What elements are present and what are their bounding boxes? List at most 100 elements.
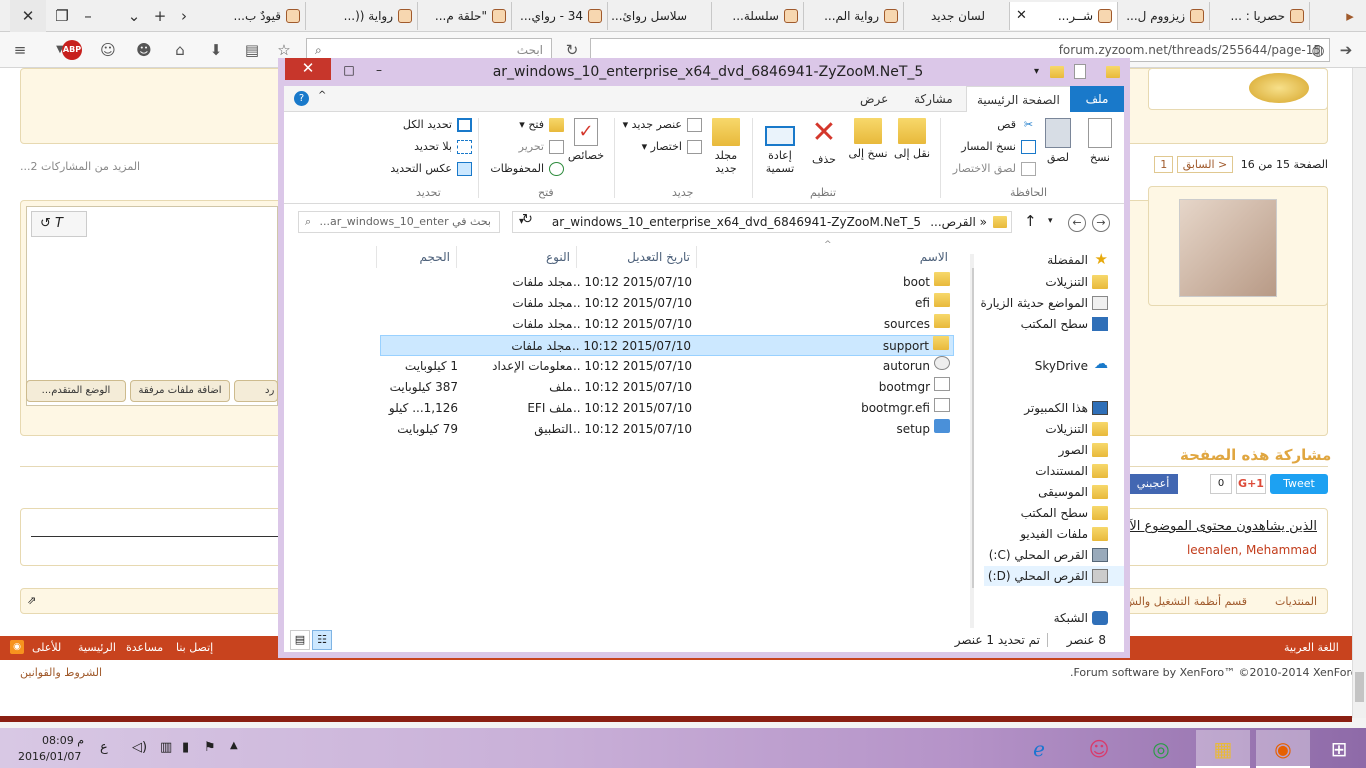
file-row[interactable]: autorun 2015/07/10 10:12 ... معلومات الإ… [380, 356, 954, 377]
refresh-icon[interactable]: ↻ [522, 212, 533, 227]
nav-item-skydrive[interactable]: SkyDrive [1035, 356, 1088, 376]
bookmark-star-icon[interactable]: ☆ [274, 40, 294, 60]
move-to-button[interactable]: نقل إلى [890, 118, 934, 160]
up-icon[interactable]: ↑ [1024, 212, 1037, 230]
clock-date[interactable]: 2016/01/07 [18, 750, 81, 763]
browser-minimize-icon[interactable]: – [76, 0, 100, 32]
tab-view[interactable]: عرض [850, 86, 898, 112]
address-prefix[interactable]: « القرص... [930, 212, 987, 232]
back-arrow-icon[interactable]: ➔ [1336, 40, 1356, 60]
nav-item-downloads[interactable]: التنزيلات [1045, 272, 1088, 292]
volume-icon[interactable]: ◁) [132, 740, 147, 755]
properties-button[interactable]: ✓ خصائص [564, 118, 608, 162]
advanced-mode-button[interactable]: الوضع المتقدم... [26, 380, 126, 402]
tab-list-icon[interactable]: ⌄ [122, 0, 146, 32]
browser-tab[interactable]: حصريا : ... [1210, 2, 1310, 30]
file-row[interactable]: bootmgr 2015/07/10 10:12 ... ملف 387 كيل… [380, 377, 954, 398]
browser-tab[interactable]: رواية الم... [804, 2, 904, 30]
nav-item-pictures[interactable]: الصور [1059, 440, 1088, 460]
chrome-taskbar-icon[interactable]: ◎ [1134, 730, 1188, 768]
browser-tab[interactable]: "حلقة م... [418, 2, 512, 30]
browser-close-icon[interactable]: ✕ [10, 0, 46, 32]
copy-to-button[interactable]: نسخ إلى [846, 118, 890, 160]
nav-item-music[interactable]: الموسيقى [1038, 482, 1088, 502]
user-avatar[interactable] [1179, 199, 1277, 297]
paste-button[interactable]: لصق [1036, 118, 1080, 164]
file-explorer-taskbar-icon[interactable]: ▦ [1196, 730, 1250, 768]
footer-link-home[interactable]: الرئيسية [78, 641, 116, 654]
footer-link-help[interactable]: مساعدة [126, 641, 163, 654]
page-scrollbar-thumb[interactable] [1355, 672, 1364, 702]
clock-time[interactable]: 08:09 م [42, 734, 84, 747]
browser-tab[interactable]: 34 - رواي... [512, 2, 608, 30]
tab-overflow-icon[interactable]: ▸ [1334, 0, 1366, 32]
forward-icon[interactable]: ← [1068, 214, 1086, 232]
page-scrollbar[interactable] [1352, 68, 1366, 718]
facebook-like-button[interactable]: أعجبني [1128, 474, 1178, 494]
more-posts-link[interactable]: المزيد من المشاركات 2... [20, 160, 140, 173]
internet-explorer-taskbar-icon[interactable]: ℯ [1012, 730, 1066, 768]
browser-tab[interactable]: لسان جديد [904, 2, 1010, 30]
tab-file[interactable]: ملف [1070, 86, 1124, 112]
window-titlebar[interactable]: ✕ □ – ar_windows_10_enterprise_x64_dvd_6… [278, 58, 1130, 86]
details-view-icon[interactable]: ▤ [290, 630, 310, 650]
network-tray-icon[interactable]: ▥ [160, 740, 172, 755]
nav-item-drive-c[interactable]: القرص المحلي (C:) [989, 545, 1088, 565]
nav-item-favorites[interactable]: المفضلة [1047, 250, 1088, 270]
reply-editor[interactable]: ↺ T [26, 206, 278, 406]
tab-home[interactable]: الصفحة الرئيسية [966, 86, 1071, 113]
start-windows-icon[interactable]: ⊞ [1312, 730, 1366, 768]
external-link-icon[interactable]: ⇗ [27, 594, 36, 607]
file-row-selected[interactable]: support 2015/07/10 10:12 ... مجلد ملفات [380, 335, 954, 356]
quick-new-folder-icon[interactable] [1050, 66, 1064, 78]
help-icon[interactable]: ? [294, 91, 309, 106]
reload-icon[interactable]: ↻ [562, 40, 582, 60]
gplus-button[interactable]: G+1 [1236, 474, 1266, 494]
copy-path-button[interactable]: نسخ المسار [948, 138, 1036, 156]
reply-button[interactable]: رد [234, 380, 278, 402]
file-row[interactable]: boot 2015/07/10 10:12 ... مجلد ملفات [380, 272, 954, 293]
firefox-taskbar-icon[interactable]: ◉ [1256, 730, 1310, 768]
history-button[interactable]: المحفوظات [484, 160, 564, 178]
select-all-button[interactable]: تحديد الكل [382, 116, 472, 134]
delete-button[interactable]: ✕ حذف [802, 118, 846, 167]
quick-access-dropdown-icon[interactable]: ▾ [1034, 66, 1039, 77]
window-close-icon[interactable]: ✕ [285, 58, 331, 80]
copy-button[interactable]: نسخ [1078, 118, 1122, 164]
edit-button[interactable]: تحرير [510, 138, 564, 156]
prev-page-link[interactable]: < السابق [1176, 156, 1234, 173]
file-row[interactable]: sources 2015/07/10 10:12 ... مجلد ملفات [380, 314, 954, 335]
browser-tab-active[interactable]: شــر... ✕ [1010, 2, 1118, 30]
input-language[interactable]: ع [100, 740, 108, 755]
paste-shortcut-button[interactable]: لصق الاختصار [944, 160, 1036, 178]
tab-close-icon[interactable]: ✕ [1016, 2, 1027, 30]
address-current[interactable]: ar_windows_10_enterprise_x64_dvd_6846941… [552, 212, 921, 232]
back-icon[interactable]: → [1092, 214, 1110, 232]
new-folder-button[interactable]: مجلد جديد [704, 118, 748, 175]
quick-properties-icon[interactable] [1074, 64, 1086, 79]
breadcrumb-section[interactable]: قسم أنظمة التشغيل والش [1124, 595, 1247, 608]
rename-button[interactable]: إعادة تسمية [758, 118, 802, 175]
large-icons-view-icon[interactable]: ☷ [312, 630, 332, 650]
rss-icon[interactable]: ◉ [10, 640, 24, 654]
tab-share[interactable]: مشاركة [904, 86, 963, 112]
browser-restore-icon[interactable]: ❐ [50, 0, 74, 32]
home-icon[interactable]: ⌂ [170, 40, 190, 60]
recent-locations-icon[interactable]: ▾ [1048, 216, 1053, 226]
explorer-search-box[interactable]: بحث في ar_windows_10_enter... ⌕ [298, 211, 500, 233]
viewers-list[interactable]: leenalen, Mehammad [1187, 543, 1317, 557]
tweet-button[interactable]: Tweet [1270, 474, 1328, 494]
invert-selection-button[interactable]: عكس التحديد [382, 160, 472, 178]
site-info-icon[interactable]: ◍ [1308, 40, 1328, 60]
clear-format-icon[interactable]: T [55, 216, 63, 231]
footer-link-contact[interactable]: إتصل بنا [176, 641, 213, 654]
messenger-taskbar-icon[interactable]: ☺ [1072, 730, 1126, 768]
window-maximize-icon[interactable]: □ [334, 60, 364, 80]
easy-access-button[interactable]: اختصار ▾ [636, 138, 702, 156]
column-header-type[interactable]: النوع [456, 246, 576, 268]
footer-link-top[interactable]: للأعلى [32, 641, 61, 654]
file-row[interactable]: efi 2015/07/10 10:12 ... مجلد ملفات [380, 293, 954, 314]
nav-item-this-pc[interactable]: هذا الكمبيوتر [1024, 398, 1088, 418]
download-icon[interactable]: ⬇ [206, 40, 226, 60]
column-header-name[interactable]: الاسم [696, 246, 954, 268]
